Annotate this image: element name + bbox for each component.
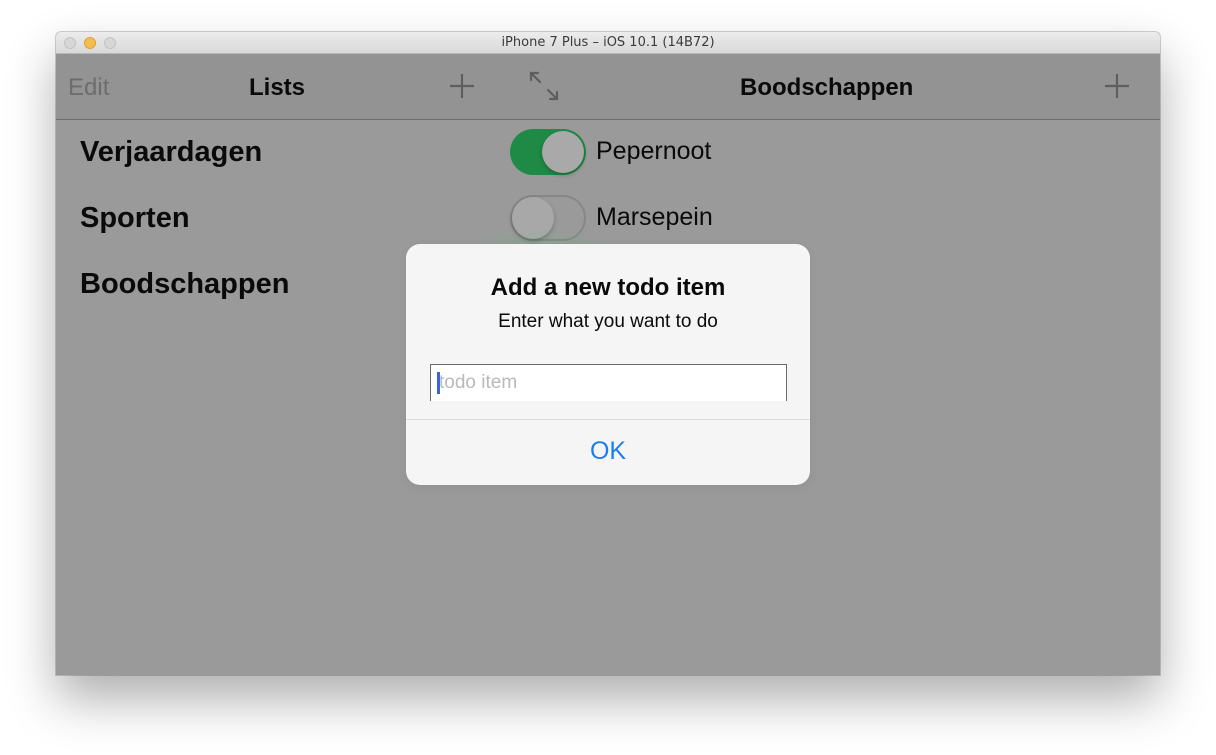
alert-message: Enter what you want to do (498, 311, 718, 332)
toggle-knob (512, 197, 554, 239)
list-item-sporten[interactable]: Sporten (80, 202, 190, 235)
todo-label: Pepernoot (596, 137, 712, 165)
list-item-boodschappen[interactable]: Boodschappen (80, 268, 289, 301)
todo-toggle-marsepein[interactable] (510, 195, 586, 241)
detail-title: Boodschappen (740, 74, 914, 101)
list-item-verjaardagen[interactable]: Verjaardagen (80, 136, 262, 169)
plus-icon (448, 72, 476, 100)
todo-item-input[interactable] (437, 365, 779, 401)
lists-title: Lists (249, 74, 306, 101)
title-bar[interactable]: iPhone 7 Plus – iOS 10.1 (14B72) (56, 32, 1160, 54)
todo-toggle-pepernoot[interactable] (510, 129, 586, 175)
ok-button[interactable]: OK (406, 420, 810, 485)
add-todo-alert: Add a new todo item Enter what you want … (406, 244, 810, 485)
plus-icon (1103, 72, 1131, 100)
expand-arrows-icon (528, 71, 560, 106)
todo-input-container (430, 364, 787, 401)
window-title: iPhone 7 Plus – iOS 10.1 (14B72) (501, 35, 715, 50)
expand-button[interactable] (528, 70, 560, 102)
add-list-button[interactable] (448, 72, 476, 100)
alert-title: Add a new todo item (490, 274, 726, 301)
toggle-knob (542, 131, 584, 173)
todo-label: Marsepein (596, 203, 713, 231)
text-cursor (437, 372, 440, 394)
add-todo-button[interactable] (1103, 72, 1131, 100)
navigation-bar: Edit Lists Boodschappen (56, 54, 1160, 120)
edit-button[interactable]: Edit (68, 74, 109, 102)
